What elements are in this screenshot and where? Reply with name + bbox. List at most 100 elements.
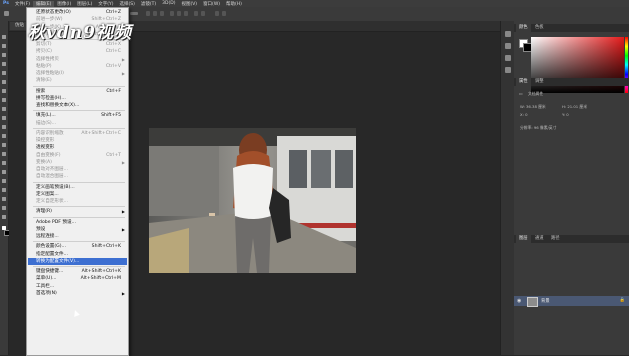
edit-menu-item[interactable]: 指定配置文件... [28, 251, 127, 258]
edit-menu-item[interactable]: 自动对齐图层... [28, 166, 127, 173]
right-panels: 颜色 色板 属性 调整 ▭ 文档属性 W: 36.38 厘米 H: 21.01 … [514, 21, 629, 355]
tab-channels[interactable]: 通道 [532, 235, 547, 243]
info-panel-icon[interactable] [505, 43, 511, 49]
edit-menu-item[interactable]: 定义画笔预设(B)... [28, 184, 127, 191]
gradient-tool-icon[interactable] [2, 134, 6, 138]
edit-menu-item[interactable]: 搜索 Ctrl+F [28, 88, 127, 95]
edit-menu-item[interactable]: 变换(A) ▶ [28, 159, 127, 166]
submenu-arrow-icon: ▶ [121, 56, 125, 62]
edit-menu-item[interactable]: 透视变形 [28, 144, 127, 151]
edit-menu-item[interactable]: 定义自定形状... [28, 198, 127, 205]
menu-select[interactable]: 选择(S) [117, 1, 138, 7]
lasso-tool-icon[interactable] [2, 53, 6, 57]
edit-menu-item[interactable]: 工具栏... [28, 283, 127, 290]
edit-menu-item[interactable]: 自动混合图层... [28, 173, 127, 180]
edit-menu-item[interactable]: 描边(S)... [28, 120, 127, 127]
edit-menu-item[interactable]: 键盘快捷键... Alt+Shift+Ctrl+K [28, 268, 127, 275]
menu-view[interactable]: 视图(V) [178, 1, 200, 7]
menu-edit[interactable]: 编辑(E) [33, 0, 55, 7]
marquee-tool-icon[interactable] [2, 44, 6, 48]
eraser-tool-icon[interactable] [2, 125, 6, 129]
menu-file[interactable]: 文件(F) [12, 1, 33, 7]
character-panel-icon[interactable] [505, 67, 511, 73]
submenu-arrow-icon: ▶ [121, 226, 125, 232]
blur-tool-icon[interactable] [2, 143, 6, 147]
move-tool-icon[interactable] [2, 35, 6, 39]
edit-menu-item[interactable]: 定义图案... [28, 191, 127, 198]
align-center-icon[interactable] [153, 11, 157, 16]
3d-mode-icon[interactable] [215, 11, 219, 16]
tab-layers[interactable]: 图层 [516, 235, 531, 243]
edit-menu-item[interactable]: 拷贝(C) Ctrl+C [28, 48, 127, 55]
edit-menu-item[interactable]: 拼写检查(H)... [28, 95, 127, 102]
stamp-tool-icon[interactable] [2, 107, 6, 111]
menu-window[interactable]: 窗口(W) [200, 1, 223, 7]
edit-menu-item[interactable]: 清理(R) ▶ [28, 208, 127, 215]
menu-item-label: 选择性拷贝 [36, 56, 59, 62]
brush-tool-icon[interactable] [2, 98, 6, 102]
paragraph-panel-icon[interactable] [505, 55, 511, 61]
history-brush-icon[interactable] [2, 116, 6, 120]
shape-tool-icon[interactable] [2, 188, 6, 192]
menu-help[interactable]: 帮助(H) [223, 1, 245, 7]
align-bottom-icon[interactable] [184, 11, 188, 16]
move-tool-icon[interactable] [4, 11, 9, 16]
edit-menu-item[interactable]: 转换为配置文件(V)... [28, 257, 127, 265]
menu-filter[interactable]: 滤镜(T) [138, 1, 159, 7]
menu-item-label: 描边(S)... [36, 120, 57, 126]
edit-menu-item[interactable]: 远程连接... [28, 233, 127, 240]
healing-tool-icon[interactable] [2, 89, 6, 93]
hand-tool-icon[interactable] [2, 197, 6, 201]
document-image[interactable] [149, 128, 356, 273]
edit-menu-item[interactable]: 填充(L)... Shift+F5 [28, 112, 127, 119]
tab-swatches[interactable]: 色板 [532, 24, 547, 32]
edit-menu-item[interactable]: 预设 ▶ [28, 226, 127, 233]
edit-menu-item[interactable]: 内容识别缩放 Alt+Shift+Ctrl+C [28, 130, 127, 137]
width-value: W: 36.38 厘米 [520, 104, 546, 109]
edit-menu-item[interactable]: 清除(E) [28, 77, 127, 84]
edit-menu-item[interactable]: 粘贴(P) Ctrl+V [28, 63, 127, 70]
edit-menu-item[interactable]: 选择性拷贝 ▶ [28, 56, 127, 63]
menu-image[interactable]: 图像(I) [54, 1, 74, 7]
menu-3d[interactable]: 3D(D) [159, 1, 178, 6]
edit-menu-item[interactable]: 首选项(N) ▶ [28, 290, 127, 297]
edit-menu-item[interactable]: 选择性粘贴(I) ▶ [28, 70, 127, 77]
quick-select-tool-icon[interactable] [2, 62, 6, 66]
visibility-eye-icon[interactable]: ◉ [517, 298, 521, 304]
edit-menu-item[interactable]: 查找和替换文本(X)... [28, 102, 127, 109]
tab-color[interactable]: 颜色 [516, 24, 531, 32]
align-middle-icon[interactable] [177, 11, 181, 16]
history-panel-icon[interactable] [505, 31, 511, 37]
eyedropper-tool-icon[interactable] [2, 80, 6, 84]
distribute-h-icon[interactable] [201, 11, 205, 16]
edit-menu-item[interactable]: 还原状态更改(O) Ctrl+Z [28, 9, 127, 16]
menu-layer[interactable]: 图层(L) [74, 1, 95, 7]
edit-menu-item[interactable]: 颜色设置(G)... Shift+Ctrl+K [28, 243, 127, 250]
menu-item-label: Adobe PDF 预设... [36, 219, 76, 225]
dodge-tool-icon[interactable] [2, 152, 6, 156]
tab-paths[interactable]: 路径 [548, 235, 563, 243]
submenu-arrow-icon: ▶ [121, 209, 125, 215]
auto-select-checkbox[interactable] [130, 12, 138, 15]
type-tool-icon[interactable] [2, 170, 6, 174]
lock-icon: 🔒 [619, 298, 625, 303]
align-top-icon[interactable] [170, 11, 174, 16]
align-left-icon[interactable] [146, 11, 150, 16]
menu-type[interactable]: 文字(Y) [95, 1, 116, 7]
zoom-tool-icon[interactable] [2, 206, 6, 210]
edit-menu-item[interactable]: 自由变换(F) Ctrl+T [28, 152, 127, 159]
layer-row-background[interactable]: ◉ 背景 🔒 [514, 296, 629, 307]
edit-menu-item[interactable]: 操控变形 [28, 137, 127, 144]
edit-menu-item[interactable]: 菜单(U)... Alt+Shift+Ctrl+M [28, 275, 127, 282]
more-tools-icon[interactable] [2, 215, 6, 219]
align-right-icon[interactable] [160, 11, 164, 16]
3d-rotate-icon[interactable] [222, 11, 226, 16]
path-select-tool-icon[interactable] [2, 179, 6, 183]
pen-tool-icon[interactable] [2, 161, 6, 165]
tab-adjustments[interactable]: 调整 [532, 78, 547, 86]
distribute-icon[interactable] [194, 11, 198, 16]
menu-item-label: 变换(A) [36, 159, 52, 165]
tab-properties[interactable]: 属性 [516, 78, 531, 86]
crop-tool-icon[interactable] [2, 71, 6, 75]
edit-menu-item[interactable]: Adobe PDF 预设... [28, 219, 127, 226]
